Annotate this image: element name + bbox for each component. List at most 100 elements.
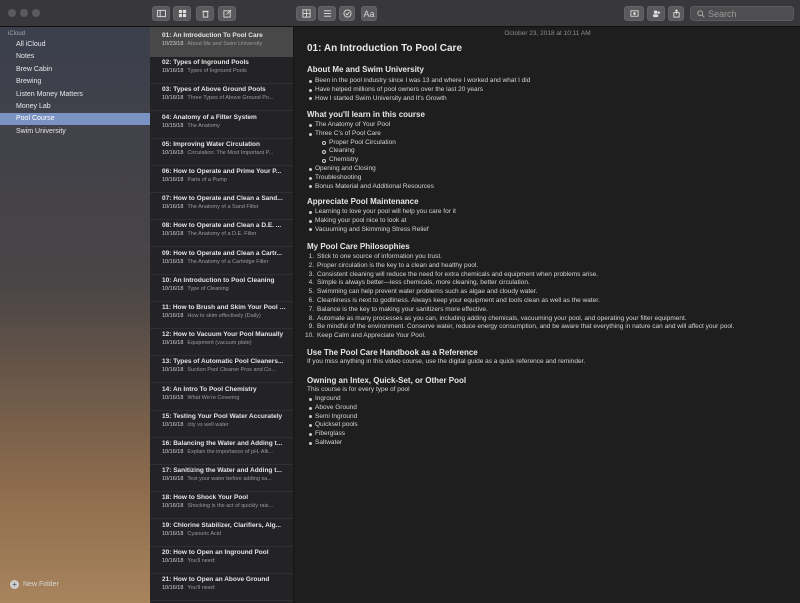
note-list-item[interactable]: 03: Types of Above Ground Pools 10/16/18 T… (150, 81, 293, 112)
note-list-item[interactable]: 01: An Introduction To Pool Care 10/23/18… (150, 27, 293, 57)
note-list-item[interactable]: 17: Sanitizing the Water and Adding t...… (150, 462, 293, 493)
search-input[interactable] (708, 8, 788, 19)
note-item-preview: 10/16/18 Three Types of Above Ground Po..… (162, 95, 274, 102)
checklist-icon (323, 10, 331, 17)
list-item: Fiberglass (315, 430, 345, 438)
note-item-preview: 10/16/18 Types of Inground Pools (162, 68, 247, 75)
sidebar-item-brew-cabin[interactable]: Brew Cabin (0, 64, 150, 76)
list-item: Been in the pool industry since I was 13… (315, 77, 531, 84)
numbered-item: Cleanliness is next to godliness. Always… (317, 297, 600, 304)
minimize-window-button[interactable] (20, 9, 28, 17)
list-number: 3. (308, 270, 314, 278)
share-icon (672, 9, 680, 18)
zoom-window-button[interactable] (32, 9, 40, 17)
sidebar-item-swim-university[interactable]: Swim University (0, 126, 150, 138)
note-item-title: 16: Balancing the Water and Adding t... (162, 440, 283, 447)
close-window-button[interactable] (8, 9, 16, 17)
note-list-item[interactable]: 06: How to Operate and Prime Your P... 10… (150, 163, 293, 193)
add-people-button[interactable] (647, 6, 665, 21)
note-item-preview: 10/16/18 You'll need: (162, 557, 216, 564)
note-item-title: 01: An Introduction To Pool Care (162, 32, 263, 39)
photo-icon (629, 10, 639, 17)
note-item-date: 10/16/18 (162, 530, 184, 537)
note-list-item[interactable]: 11: How to Brush and Skim Your Pool L...… (150, 299, 293, 329)
list-number: 8. (308, 314, 314, 322)
section-heading: About Me and Swim University (307, 65, 424, 74)
new-folder-button[interactable]: + New Folder (10, 580, 59, 589)
list-item: Have helped millions of pool owners over… (315, 85, 484, 93)
note-list-item[interactable]: 19: Chlorine Stabilizer, Clarifiers, Alg… (150, 517, 293, 547)
list-number: 4. (308, 279, 314, 287)
sidebar-item-pool-course[interactable]: Pool Course (0, 113, 150, 126)
list-item: Cleaning (329, 147, 355, 155)
bullet-icon (309, 424, 312, 428)
sidebar-toggle-button[interactable] (152, 6, 170, 21)
note-item-preview: 10/16/18 Shocking is the act of quickly r… (162, 503, 274, 510)
list-item: Bonus Material and Additional Resources (315, 182, 434, 190)
note-list-item[interactable]: 12: How to Vacuum Your Pool Manually 10/1… (150, 326, 293, 357)
note-item-preview: 10/16/18 You'll need: (162, 585, 216, 591)
note-item-title: 06: How to Operate and Prime Your P... (162, 168, 282, 175)
note-item-date: 10/16/18 (162, 557, 184, 564)
sidebar-item-notes[interactable]: Notes (0, 51, 150, 63)
note-item-preview: 10/16/18 The Anatomy of a Sand Filter (162, 204, 259, 211)
sidebar-item-all-icloud[interactable]: All iCloud (0, 39, 150, 51)
numbered-item: Proper circulation is the key to a clean… (317, 261, 479, 269)
note-item-date: 10/16/18 (162, 394, 184, 401)
note-item-date: 10/16/18 (162, 340, 184, 347)
note-list-item[interactable]: 20: How to Open an Inground Pool 10/16/18… (150, 544, 293, 574)
note-list-item[interactable]: 15: Testing Your Pool Water Accurately 10… (150, 408, 293, 438)
circle-bullet-icon (322, 159, 326, 163)
bullet-icon (309, 433, 312, 436)
note-item-preview: 10/16/18 How to skim effectively (Daily) (162, 313, 261, 319)
note-item-date: 10/23/18 (162, 41, 184, 47)
bullet-icon (309, 123, 312, 127)
list-number: 6. (308, 297, 314, 304)
list-item: Semi Inground (315, 412, 358, 420)
note-title: 01: An Introduction To Pool Care (307, 43, 462, 54)
note-list-item[interactable]: 08: How to Operate and Clean a D.E. ... 1… (150, 217, 293, 248)
search-field[interactable] (690, 6, 794, 21)
note-item-preview: 10/16/18 Test your water before adding sa… (162, 476, 272, 483)
note-item-title: 05: Improving Water Circulation (162, 140, 260, 148)
gallery-view-button[interactable] (173, 6, 191, 21)
note-list: 01: An Introduction To Pool Care 10/23/18… (150, 27, 294, 603)
note-item-preview: 10/16/18 city vs well water (162, 421, 229, 428)
checklist-button[interactable] (318, 6, 336, 21)
note-item-date: 10/16/18 (162, 95, 184, 102)
note-list-item[interactable]: 02: Types of Inground Pools 10/16/18 Types… (150, 54, 293, 85)
check-button[interactable] (339, 6, 355, 21)
note-list-item[interactable]: 05: Improving Water Circulation 10/16/18 C… (150, 136, 293, 166)
format-button[interactable]: Aa (361, 6, 377, 21)
new-folder-label: New Folder (23, 581, 59, 588)
table-button[interactable] (296, 6, 316, 21)
note-list-item[interactable]: 18: How to Shock Your Pool 10/16/18 Shocki… (150, 489, 293, 520)
sidebar-item-listen-money-matters[interactable]: Listen Money Matters (0, 89, 150, 101)
note-list-item[interactable]: 16: Balancing the Water and Adding t... 1… (150, 435, 293, 465)
note-item-title: 07: How to Operate and Clean a Sand... (162, 195, 283, 203)
note-list-item[interactable]: 09: How to Operate and Clean a Cartr... 1… (150, 245, 293, 275)
note-item-title: 20: How to Open an Inground Pool (162, 548, 269, 556)
numbered-item: Simple is always better—less chemicals, … (317, 279, 530, 287)
list-item: The Anatomy of Your Pool (315, 121, 391, 128)
note-list-item[interactable]: 13: Types of Automatic Pool Cleaners... 1… (150, 353, 293, 384)
note-list-item[interactable]: 04: Anatomy of a Filter System 10/15/18 Th… (150, 109, 293, 139)
bullet-icon (309, 210, 312, 214)
delete-note-button[interactable] (196, 6, 214, 21)
note-list-item[interactable]: 10: An Introduction to Pool Cleaning 10/1… (150, 272, 293, 302)
share-button[interactable] (668, 6, 684, 21)
note-item-date: 10/16/18 (162, 421, 184, 428)
share-photos-button[interactable] (624, 6, 644, 21)
sidebar-item-brewing[interactable]: Brewing (0, 76, 150, 88)
people-icon (652, 10, 660, 18)
sidebar-item-money-lab[interactable]: Money Lab (0, 101, 150, 113)
note-list-item[interactable]: 14: An Intro To Pool Chemistry 10/16/18 Wh… (150, 381, 293, 411)
note-item-title: 03: Types of Above Ground Pools (162, 86, 266, 94)
compose-button[interactable] (218, 6, 236, 21)
note-editor[interactable]: October 23, 2018 at 10:11 AM 01: An Intr… (295, 27, 800, 603)
note-list-item[interactable]: 21: How to Open an Above Ground 10/16/18 Y… (150, 571, 293, 601)
check-circle-icon (342, 9, 352, 18)
list-item: Three C's of Pool Care (315, 129, 381, 137)
list-item: Making your pool nice to look at (315, 216, 407, 224)
note-list-item[interactable]: 07: How to Operate and Clean a Sand... 10… (150, 190, 293, 221)
